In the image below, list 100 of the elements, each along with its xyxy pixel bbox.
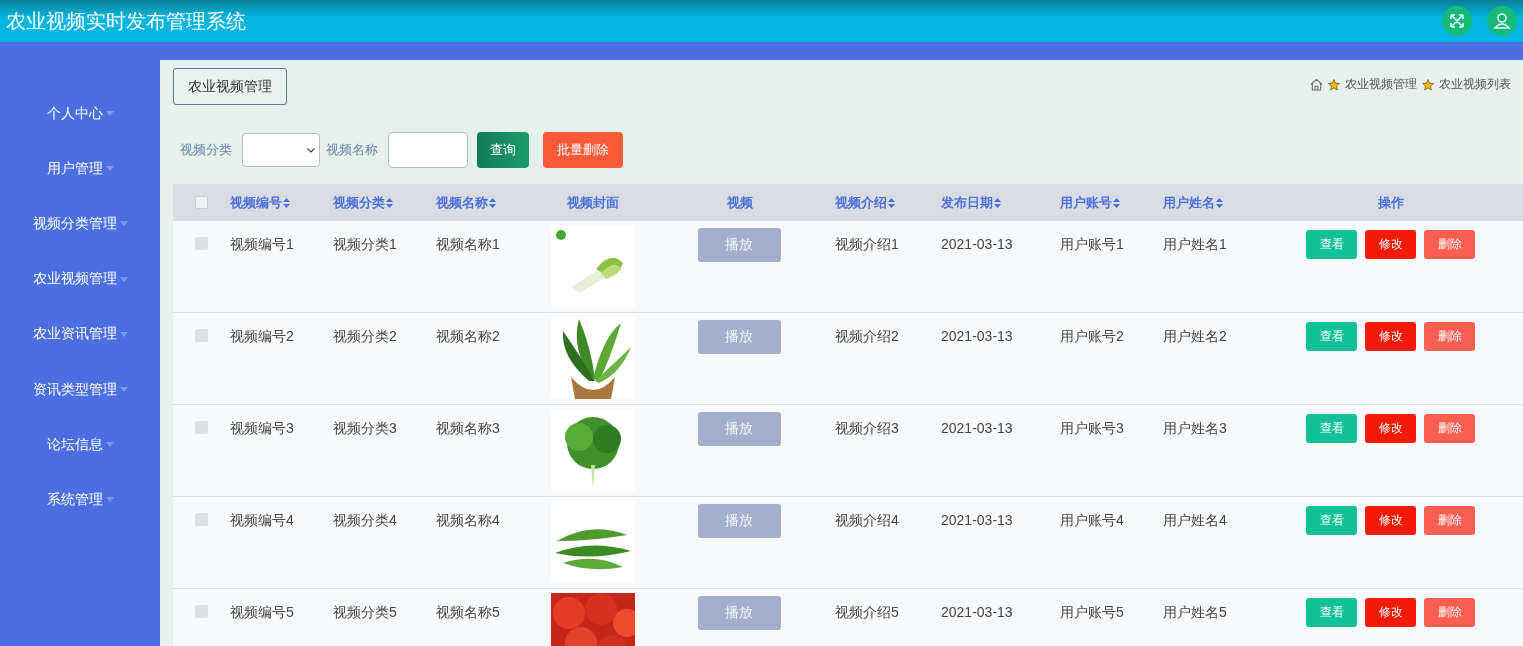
caret-icon [119,276,128,282]
column-header[interactable]: 用户账号 [1060,193,1120,212]
row-checkbox[interactable] [195,605,208,618]
table-cell: 用户姓名4 [1163,512,1227,528]
row-checkbox[interactable] [195,421,208,434]
table-cell: 视频分类2 [333,328,397,344]
edit-button[interactable]: 修改 [1365,506,1416,535]
chevron-icon [307,147,315,153]
play-button[interactable]: 播放 [697,228,781,262]
sidebar-item[interactable]: 个人中心 [0,86,160,142]
view-button[interactable]: 查看 [1306,230,1357,259]
row-checkbox[interactable] [195,513,208,526]
sidebar-item[interactable]: 视频分类管理 [0,196,160,252]
category-label: 视频分类 [180,141,232,159]
column-header[interactable]: 视频名称 [436,193,496,212]
sidebar-item[interactable]: 系统管理 [0,472,160,528]
edit-button[interactable]: 修改 [1365,322,1416,351]
row-checkbox[interactable] [195,329,208,342]
edit-button[interactable]: 修改 [1365,598,1416,627]
star-icon [1328,78,1340,91]
table-cell: 2021-03-13 [941,328,1013,344]
play-button[interactable]: 播放 [697,320,781,354]
delete-button[interactable]: 删除 [1424,414,1475,443]
breadcrumb-item[interactable]: 农业视频管理 [1345,76,1417,93]
column-header[interactable]: 视频编号 [230,193,290,212]
column-header[interactable]: 用户姓名 [1163,193,1223,212]
column-header[interactable]: 视频封面 [566,193,619,212]
caret-icon [105,442,114,448]
sidebar-item[interactable]: 论坛信息 [0,417,160,473]
column-header[interactable]: 发布日期 [941,193,1001,212]
sort-icon[interactable] [283,197,290,208]
delete-button[interactable]: 删除 [1424,322,1475,351]
star-icon [1422,78,1434,91]
sidebar-item[interactable]: 用户管理 [0,141,160,197]
table-cell: 视频介绍5 [835,604,899,620]
sidebar-item[interactable]: 农业视频管理 [0,251,160,307]
delete-button[interactable]: 删除 [1424,506,1475,535]
play-button[interactable]: 播放 [697,596,781,630]
table-cell: 视频分类5 [333,604,397,620]
column-header[interactable]: 视频分类 [333,193,393,212]
column-header[interactable]: 视频介绍 [835,193,895,212]
home-icon[interactable] [1310,78,1323,91]
table-cell: 用户账号4 [1060,512,1124,528]
batch-delete-button[interactable]: 批量删除 [543,132,623,168]
table-cell: 视频编号2 [230,328,294,344]
breadcrumb-item[interactable]: 农业视频列表 [1439,76,1511,93]
table-cell: 视频介绍2 [835,328,899,344]
table-cell: 2021-03-13 [941,512,1013,528]
page-tab[interactable]: 农业视频管理 [173,68,287,105]
table-cell: 视频介绍3 [835,420,899,436]
name-label: 视频名称 [326,141,378,159]
table-cell: 视频名称5 [436,604,500,620]
table-cell: 用户账号2 [1060,328,1124,344]
fullscreen-icon[interactable] [1442,6,1472,36]
table-cell: 视频分类1 [333,236,397,252]
sidebar-item[interactable]: 农业资讯管理 [0,306,160,362]
table-cell: 2021-03-13 [941,604,1013,620]
table-cell: 视频分类3 [333,420,397,436]
table-cell: 视频介绍4 [835,512,899,528]
table-cell: 用户账号3 [1060,420,1124,436]
select-all-checkbox[interactable] [195,196,208,209]
table-cell: 视频名称1 [436,236,500,252]
edit-button[interactable]: 修改 [1365,230,1416,259]
view-button[interactable]: 查看 [1306,322,1357,351]
delete-button[interactable]: 删除 [1424,598,1475,627]
caret-icon [119,221,128,227]
play-button[interactable]: 播放 [697,504,781,538]
name-field[interactable] [388,132,468,168]
sort-icon[interactable] [994,197,1001,208]
table-cell: 视频名称2 [436,328,500,344]
sort-icon[interactable] [489,197,496,208]
table-cell: 视频编号4 [230,512,294,528]
sort-icon[interactable] [1113,197,1120,208]
table-cell: 用户姓名1 [1163,236,1227,252]
view-button[interactable]: 查看 [1306,506,1357,535]
sort-icon[interactable] [888,197,895,208]
edit-button[interactable]: 修改 [1365,414,1416,443]
sort-icon[interactable] [1216,197,1223,208]
column-header[interactable]: 视频 [727,193,753,212]
query-button[interactable]: 查询 [477,132,529,168]
sidebar-item[interactable]: 资讯类型管理 [0,361,160,418]
column-header[interactable]: 操作 [1377,193,1404,212]
table-cell: 视频分类4 [333,512,397,528]
table-cell: 视频名称4 [436,512,500,528]
row-checkbox[interactable] [195,237,208,250]
category-select[interactable] [242,133,320,167]
user-icon[interactable] [1487,6,1517,36]
app-title: 农业视频实时发布管理系统 [6,8,246,34]
delete-button[interactable]: 删除 [1424,230,1475,259]
caret-icon [119,387,128,393]
table-cell: 用户姓名2 [1163,328,1227,344]
view-button[interactable]: 查看 [1306,598,1357,627]
table-cell: 用户姓名3 [1163,420,1227,436]
view-button[interactable]: 查看 [1306,414,1357,443]
sort-icon[interactable] [386,197,393,208]
table-cell: 视频编号1 [230,236,294,252]
caret-icon [119,331,128,337]
table-cell: 用户账号1 [1060,236,1124,252]
caret-icon [105,111,114,117]
play-button[interactable]: 播放 [697,412,781,446]
